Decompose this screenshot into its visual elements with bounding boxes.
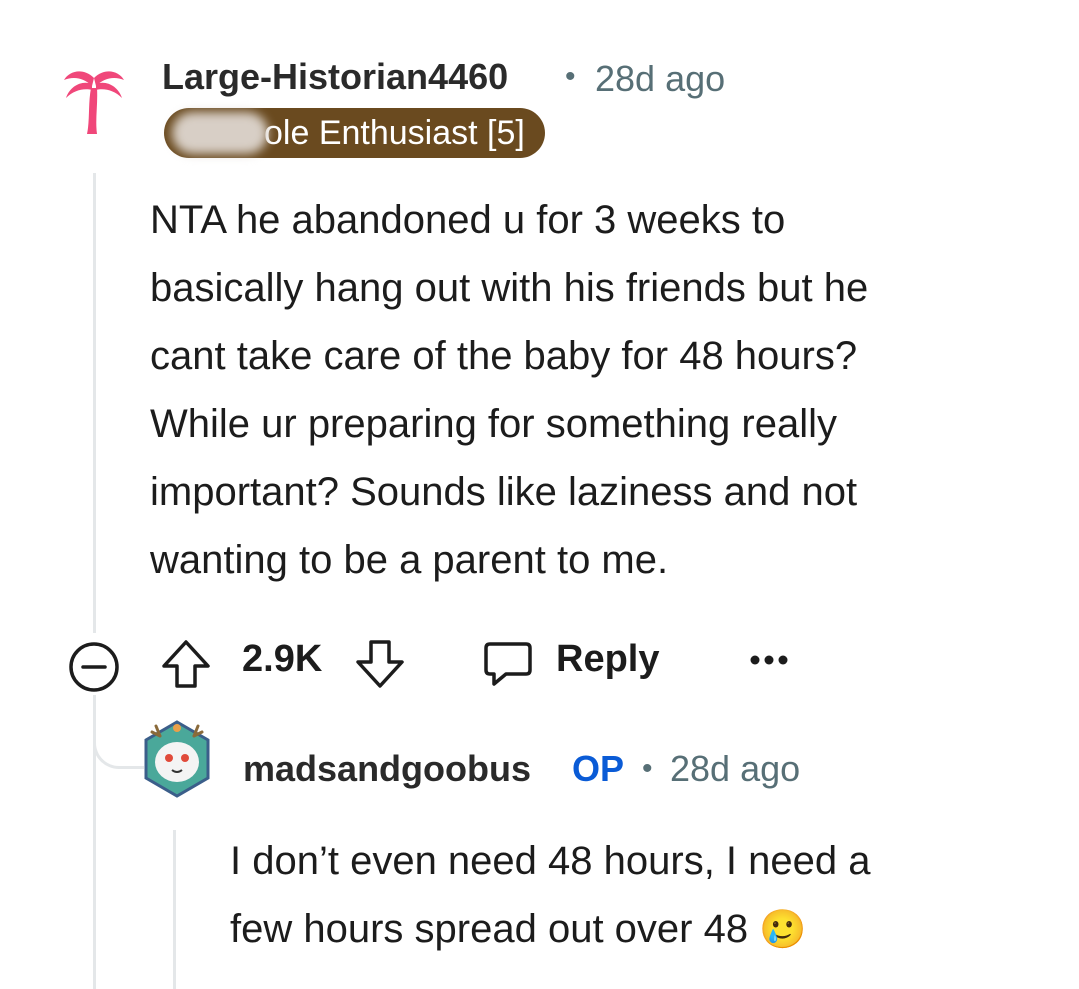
- comment-body-line: NTA he abandoned u for 3 weeks to: [150, 198, 786, 242]
- downvote-button[interactable]: [352, 636, 408, 692]
- reply-body: I don’t even need 48 hours, I need a few…: [230, 827, 1050, 964]
- comment-body: NTA he abandoned u for 3 weeks to basica…: [150, 186, 1050, 594]
- snow-creature-avatar-icon: [144, 720, 210, 798]
- comment-body-line: basically hang out with his friends but …: [150, 266, 869, 310]
- collapse-icon: [69, 642, 119, 692]
- ellipsis-icon: [750, 655, 788, 665]
- thread-line[interactable]: [93, 173, 96, 633]
- flair-text: ole Enthusiast [5]: [264, 114, 525, 152]
- separator-dot: •: [565, 60, 576, 93]
- comment-body-line: wanting to be a parent to me.: [150, 538, 669, 582]
- collapse-button[interactable]: [67, 640, 121, 694]
- comment-body-line: important? Sounds like laziness and not: [150, 470, 858, 514]
- comment-timestamp: 28d ago: [595, 58, 726, 99]
- reply-body-line: few hours spread out over 48 🥲: [230, 895, 1050, 964]
- avatar[interactable]: [62, 64, 126, 136]
- comment-username[interactable]: Large-Historian4460: [162, 56, 508, 98]
- op-badge: OP: [572, 748, 625, 789]
- comment-body-line: While ur preparing for something really: [150, 402, 837, 446]
- reply-label: Reply: [556, 638, 660, 680]
- downvote-arrow-icon: [356, 640, 404, 688]
- smiling-face-with-tear-emoji: 🥲: [759, 909, 807, 951]
- upvote-arrow-icon: [162, 640, 210, 688]
- comment-body-line: cant take care of the baby for 48 hours?: [150, 334, 858, 378]
- user-flair: ole Enthusiast [5]: [164, 108, 545, 158]
- more-options-button[interactable]: [748, 648, 790, 672]
- reply-thread-line[interactable]: [173, 830, 176, 989]
- speech-bubble-icon: [484, 642, 532, 686]
- palm-tree-icon: [64, 71, 124, 134]
- vote-score: 2.9K: [242, 638, 323, 680]
- separator-dot: •: [642, 752, 653, 785]
- flair-emoji: [172, 112, 268, 154]
- upvote-button[interactable]: [158, 636, 214, 692]
- reply-body-text: few hours spread out over 48: [230, 907, 749, 951]
- reply-button[interactable]: Reply: [480, 634, 680, 690]
- reply-avatar[interactable]: [142, 718, 212, 800]
- reply-timestamp: 28d ago: [670, 748, 801, 789]
- reply-username[interactable]: madsandgoobus: [243, 748, 531, 790]
- reply-body-line: I don’t even need 48 hours, I need a: [230, 839, 871, 883]
- reply-connector: [93, 700, 144, 769]
